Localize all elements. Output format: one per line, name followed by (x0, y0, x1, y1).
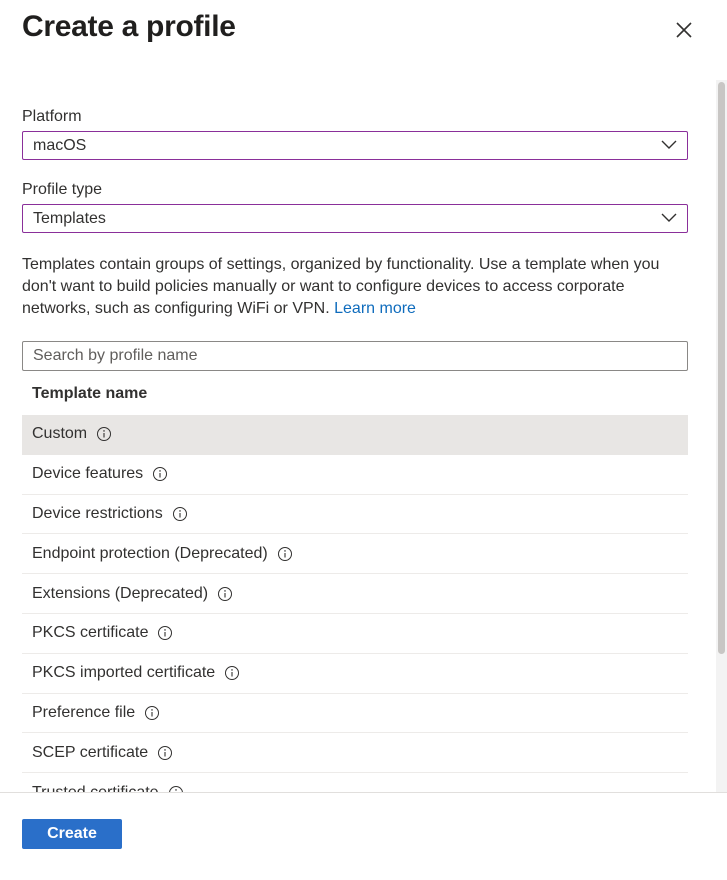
info-icon[interactable] (157, 745, 173, 761)
template-name: Endpoint protection (Deprecated) (32, 544, 268, 562)
close-icon (676, 22, 692, 38)
chevron-down-icon (661, 140, 677, 149)
table-row[interactable]: Custom (22, 415, 688, 455)
table-row[interactable]: Extensions (Deprecated) (22, 574, 688, 614)
info-icon[interactable] (96, 426, 112, 442)
footer: Create (0, 792, 727, 880)
scrollbar[interactable] (716, 80, 727, 792)
table-row[interactable]: PKCS imported certificate (22, 654, 688, 694)
table-row[interactable]: Trusted certificate (22, 773, 688, 792)
close-button[interactable] (670, 16, 698, 44)
search-input[interactable] (23, 342, 687, 370)
template-name: Preference file (32, 703, 136, 721)
info-icon[interactable] (152, 466, 168, 482)
platform-label: Platform (22, 108, 82, 125)
table-row[interactable]: Device features (22, 455, 688, 495)
template-name: Trusted certificate (32, 784, 159, 792)
info-icon[interactable] (144, 705, 160, 721)
template-name: Custom (32, 425, 88, 443)
search-box[interactable] (22, 341, 688, 371)
template-name: SCEP certificate (32, 743, 149, 761)
platform-value: macOS (33, 137, 87, 154)
table-row[interactable]: Preference file (22, 694, 688, 734)
profile-type-label: Profile type (22, 181, 103, 198)
template-list: Custom Device features Device restrictions… (22, 415, 688, 792)
page-title: Create a profile (22, 10, 236, 43)
template-name: PKCS certificate (32, 624, 149, 642)
template-name: Extensions (Deprecated) (32, 584, 209, 602)
info-icon[interactable] (217, 586, 233, 602)
chevron-down-icon (661, 213, 677, 222)
templates-description: Templates contain groups of settings, or… (22, 254, 688, 320)
template-name: Device restrictions (32, 504, 163, 522)
table-row[interactable]: Device restrictions (22, 495, 688, 535)
template-name: PKCS imported certificate (32, 664, 216, 682)
platform-dropdown[interactable]: macOS (22, 131, 688, 160)
profile-type-dropdown[interactable]: Templates (22, 204, 688, 233)
template-name: Device features (32, 465, 144, 483)
info-icon[interactable] (172, 506, 188, 522)
learn-more-link[interactable]: Learn more (334, 300, 416, 317)
info-icon[interactable] (224, 665, 240, 681)
info-icon[interactable] (277, 546, 293, 562)
create-button[interactable]: Create (22, 819, 122, 849)
table-row[interactable]: PKCS certificate (22, 614, 688, 654)
profile-type-value: Templates (33, 210, 106, 227)
info-icon[interactable] (157, 625, 173, 641)
scrollbar-thumb[interactable] (718, 82, 725, 654)
table-row[interactable]: SCEP certificate (22, 733, 688, 774)
create-profile-panel: Create a profile Platform macOS Profile … (0, 0, 727, 880)
column-header-template-name: Template name (32, 385, 148, 402)
table-row[interactable]: Endpoint protection (Deprecated) (22, 534, 688, 575)
scroll-area: Platform macOS Profile type Templates Te… (0, 80, 727, 792)
info-icon[interactable] (168, 785, 184, 792)
